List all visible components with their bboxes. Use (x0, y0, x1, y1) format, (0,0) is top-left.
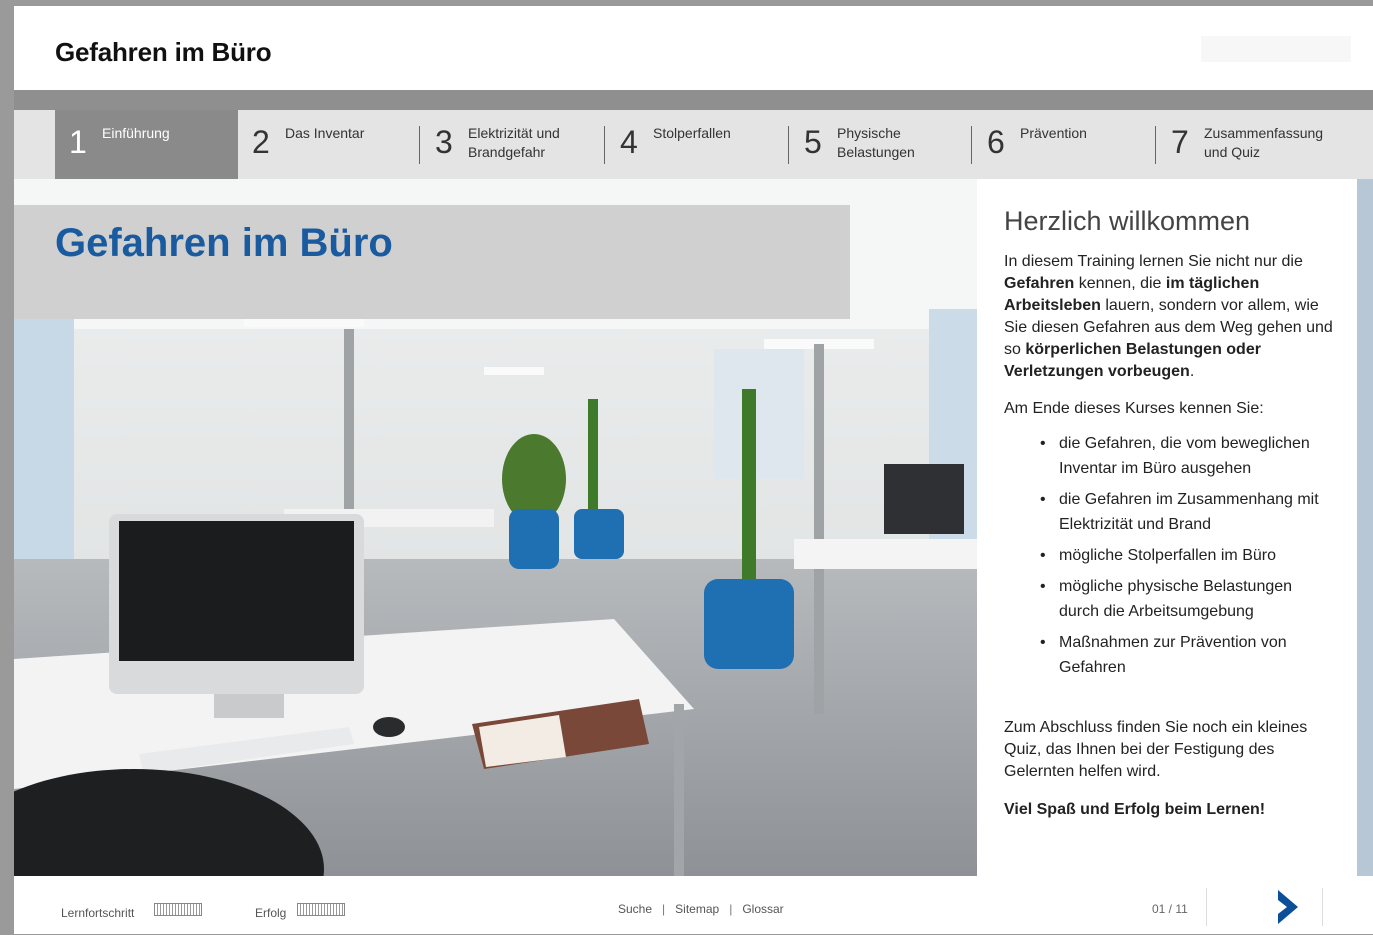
intro-bold: Gefahren (1004, 275, 1075, 292)
app-title: Gefahren im Büro (55, 37, 272, 67)
tab-number: 6 (987, 124, 1005, 160)
tab-label: Physische Belastungen (837, 125, 915, 160)
tab-label: Elektrizität und Brandgefahr (468, 125, 560, 160)
tab-number: 5 (804, 124, 822, 160)
success-meter (297, 903, 345, 916)
footer-bar: Lernfortschritt Erfolg Suche | Sitemap | Glo… (14, 876, 1373, 934)
tab-number: 1 (69, 124, 87, 160)
tab-das-inventar[interactable]: 2 Das Inventar (238, 110, 421, 179)
content-area: Gefahren im Büro Herzlich willkommen In … (14, 179, 1373, 876)
list-item: die Gefahren im Zusammenhang mit Elektri… (1040, 487, 1334, 537)
intro-paragraph: In diesem Training lernen Sie nicht nur … (1004, 251, 1334, 383)
footer-divider (1206, 888, 1207, 926)
intro-text: In diesem Training lernen Sie nicht nur … (1004, 253, 1303, 270)
list-item: mögliche physische Belastungen durch die… (1040, 574, 1334, 624)
page-indicator: 01 / 11 (1152, 902, 1188, 916)
tab-number: 2 (252, 124, 270, 160)
intro-text: kennen, die (1074, 275, 1166, 292)
app-window: Gefahren im Büro 1 Einführung 2 Das Inve… (14, 6, 1373, 934)
tab-separator (419, 126, 420, 164)
tab-physische-belastungen[interactable]: 5 Physische Belastungen (788, 110, 973, 179)
closing-text: Viel Spaß und Erfolg beim Lernen! (1004, 801, 1266, 818)
intro-bold: körperlichen Belastungen oder Verletzung… (1004, 341, 1261, 380)
window-strip (1357, 179, 1373, 876)
office-photo: Gefahren im Büro (14, 179, 977, 876)
success-label: Erfolg (255, 906, 287, 920)
chevron-right-icon (1278, 890, 1298, 924)
page-title: Gefahren im Büro (55, 221, 393, 265)
link-separator: | (729, 902, 733, 916)
outro-paragraph: Zum Abschluss finden Sie noch ein kleine… (1004, 719, 1308, 780)
app-header: Gefahren im Büro (14, 6, 1373, 90)
link-search[interactable]: Suche (618, 902, 652, 916)
tab-separator (971, 126, 972, 164)
tab-elektrizitaet[interactable]: 3 Elektrizität und Brandgefahr (419, 110, 604, 179)
progress-meter (154, 903, 202, 916)
welcome-heading: Herzlich willkommen (1004, 206, 1251, 236)
tab-label: Einführung (102, 125, 170, 141)
next-button[interactable] (1264, 884, 1314, 930)
intro-text: . (1189, 363, 1195, 380)
list-item: mögliche Stolperfallen im Büro (1040, 543, 1334, 568)
tab-number: 4 (620, 124, 638, 160)
tab-stolperfallen[interactable]: 4 Stolperfallen (604, 110, 789, 179)
progress-label: Lernfortschritt (61, 906, 135, 920)
tab-zusammenfassung-quiz[interactable]: 7 Zusammenfassung und Quiz (1155, 110, 1357, 179)
tab-label: Das Inventar (285, 125, 365, 141)
tab-separator (788, 126, 789, 164)
welcome-panel: Herzlich willkommen In diesem Training l… (977, 179, 1357, 876)
tab-number: 3 (435, 124, 453, 160)
tab-label: Zusammenfassung und Quiz (1204, 125, 1324, 160)
tab-separator (1155, 126, 1156, 164)
list-item: die Gefahren, die vom beweglichen Invent… (1040, 431, 1334, 481)
link-glossary[interactable]: Glossar (742, 902, 783, 916)
header-placeholder (1201, 36, 1351, 62)
tab-number: 7 (1171, 124, 1189, 160)
footer-links: Suche | Sitemap | Glossar (618, 902, 784, 916)
tab-separator (604, 126, 605, 164)
course-end-text: Am Ende dieses Kurses kennen Sie: (1004, 400, 1264, 417)
tab-einfuehrung[interactable]: 1 Einführung (55, 110, 238, 179)
chapter-navigation: 1 Einführung 2 Das Inventar 3 Elektrizit… (14, 110, 1373, 179)
link-separator: | (662, 902, 666, 916)
tab-label: Prävention (1020, 125, 1087, 141)
tab-label: Stolperfallen (653, 125, 731, 141)
list-item: Maßnahmen zur Prävention von Gefahren (1040, 630, 1334, 680)
footer-divider (1322, 888, 1323, 926)
header-divider-bar (14, 90, 1373, 110)
learning-goals-list: die Gefahren, die vom beweglichen Invent… (1004, 431, 1334, 686)
link-sitemap[interactable]: Sitemap (675, 902, 719, 916)
tab-praevention[interactable]: 6 Prävention (971, 110, 1156, 179)
